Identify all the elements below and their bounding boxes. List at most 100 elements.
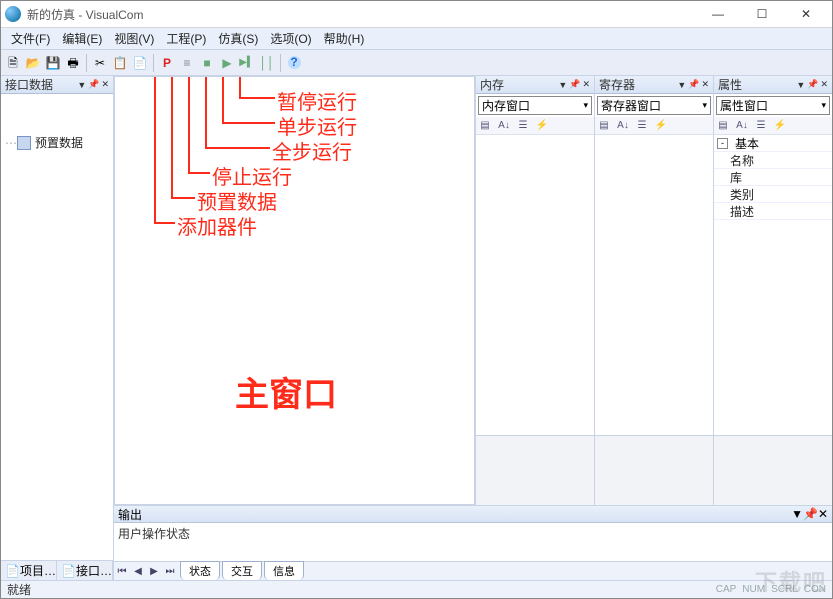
prop-preview (714, 435, 832, 505)
dropdown-icon[interactable]: ▼ (791, 507, 803, 521)
prop-row-desc[interactable]: 描述 (714, 203, 832, 220)
menu-view[interactable]: 视图(V) (108, 28, 160, 49)
maximize-button[interactable]: ☐ (740, 1, 784, 28)
pin-icon[interactable]: 📌 (807, 79, 818, 90)
mem-preview (476, 435, 594, 505)
prop-row-name[interactable]: 名称 (714, 152, 832, 169)
print-button[interactable]: 🖶 (64, 54, 82, 72)
lightning-icon[interactable]: ⚡ (535, 119, 549, 133)
last-button[interactable]: ⏭ (162, 566, 178, 577)
reg-dropdown[interactable]: 寄存器窗口▾ (597, 96, 711, 115)
left-panel-body: ⋯ 预置数据 (1, 94, 113, 560)
open-button[interactable]: 📂 (24, 54, 42, 72)
copy-icon: 📋 (113, 57, 128, 69)
anno-preset: 预置数据 (197, 186, 277, 215)
anno-step: 单步运行 (277, 111, 357, 140)
doc-icon: 📄 (61, 564, 76, 578)
sort-icon[interactable]: A↓ (735, 119, 749, 133)
reg-toolbar: ▤ A↓ ☰ ⚡ (595, 117, 713, 135)
lightning-icon[interactable]: ⚡ (654, 119, 668, 133)
close-icon[interactable]: ✕ (701, 79, 709, 90)
close-icon[interactable]: ✕ (582, 79, 590, 90)
prop-toolbar: ▤ A↓ ☰ ⚡ (714, 117, 832, 135)
add-device-button[interactable]: P (158, 54, 176, 72)
list-icon: ≡ (183, 57, 190, 69)
page-icon[interactable]: ☰ (754, 119, 768, 133)
menu-help[interactable]: 帮助(H) (318, 28, 371, 49)
tab-port[interactable]: 📄接口… (57, 561, 113, 580)
anno-runall: 全步运行 (272, 136, 352, 165)
left-panel-title: 接口数据 (5, 76, 53, 93)
paste-button[interactable]: 📄 (131, 54, 149, 72)
pin-icon[interactable]: 📌 (803, 507, 818, 521)
prev-button[interactable]: ◀ (130, 566, 146, 577)
close-icon[interactable]: ✕ (818, 507, 828, 521)
dropdown-icon[interactable]: ▼ (796, 80, 805, 90)
save-icon: 💾 (46, 57, 61, 69)
first-button[interactable]: ⏮ (114, 566, 130, 577)
new-button[interactable]: 🗎 (4, 54, 22, 72)
prop-dropdown[interactable]: 属性窗口▾ (716, 96, 830, 115)
step-button[interactable]: ▶▍ (238, 54, 256, 72)
left-panel-header: 接口数据 ▼ 📌 ✕ (1, 76, 113, 94)
prop-row-lib[interactable]: 库 (714, 169, 832, 186)
stop-button[interactable]: ■ (198, 54, 216, 72)
next-button[interactable]: ▶ (146, 566, 162, 577)
menu-edit[interactable]: 编辑(E) (56, 28, 108, 49)
reg-panel-header: 寄存器 ▼📌✕ (595, 76, 713, 94)
menu-file[interactable]: 文件(F) (5, 28, 56, 49)
mem-dropdown[interactable]: 内存窗口▾ (478, 96, 592, 115)
status-ready: 就绪 (7, 581, 31, 598)
minimize-button[interactable]: — (696, 1, 740, 28)
pause-icon: ││ (260, 57, 275, 69)
tab-info[interactable]: 信息 (264, 561, 304, 580)
annotation-lines (115, 77, 495, 337)
pin-icon[interactable]: 📌 (88, 79, 99, 90)
menu-options[interactable]: 选项(O) (264, 28, 317, 49)
dropdown-icon[interactable]: ▼ (77, 80, 86, 90)
tab-project[interactable]: 📄项目… (1, 561, 57, 580)
prop-group-basic[interactable]: -基本 (714, 135, 832, 152)
pin-icon[interactable]: 📌 (569, 79, 580, 90)
close-icon[interactable]: ✕ (820, 79, 828, 90)
print-icon: 🖶 (67, 57, 78, 69)
help-button[interactable]: ? (285, 54, 303, 72)
pin-icon[interactable]: 📌 (688, 79, 699, 90)
main-canvas[interactable]: 暂停运行 单步运行 全步运行 停止运行 预置数据 添加器件 主窗口 (114, 76, 475, 505)
page-icon[interactable]: ☰ (635, 119, 649, 133)
dropdown-icon[interactable]: ▼ (558, 80, 567, 90)
run-all-button[interactable]: ▶ (218, 54, 236, 72)
categorize-icon[interactable]: ▤ (716, 119, 730, 133)
categorize-icon[interactable]: ▤ (478, 119, 492, 133)
categorize-icon[interactable]: ▤ (597, 119, 611, 133)
prop-row-cat[interactable]: 类别 (714, 186, 832, 203)
page-icon[interactable]: ☰ (516, 119, 530, 133)
menu-sim[interactable]: 仿真(S) (212, 28, 264, 49)
cap-indicator: CAP (716, 584, 737, 595)
save-button[interactable]: 💾 (44, 54, 62, 72)
copy-button[interactable]: 📋 (111, 54, 129, 72)
output-body: 用户操作状态 (114, 523, 832, 561)
separator (153, 54, 154, 72)
app-icon (5, 6, 21, 22)
preset-data-button[interactable]: ≡ (178, 54, 196, 72)
tab-interact[interactable]: 交互 (222, 561, 262, 580)
chevron-down-icon: ▾ (821, 100, 826, 111)
dropdown-icon[interactable]: ▼ (677, 80, 686, 90)
step-icon: ▶▍ (239, 58, 254, 68)
lightning-icon[interactable]: ⚡ (773, 119, 787, 133)
pause-button[interactable]: ││ (258, 54, 276, 72)
tree-item-preset[interactable]: ⋯ 预置数据 (5, 134, 109, 151)
menu-project[interactable]: 工程(P) (160, 28, 212, 49)
sort-icon[interactable]: A↓ (497, 119, 511, 133)
mem-panel-title: 内存 (480, 76, 504, 93)
anno-add: 添加器件 (177, 211, 257, 240)
anno-mainwindow: 主窗口 (235, 367, 337, 416)
collapse-icon[interactable]: - (717, 138, 728, 149)
tab-status[interactable]: 状态 (180, 561, 220, 580)
sort-icon[interactable]: A↓ (616, 119, 630, 133)
cut-button[interactable]: ✂ (91, 54, 109, 72)
close-icon[interactable]: ✕ (101, 79, 109, 90)
menubar: 文件(F) 编辑(E) 视图(V) 工程(P) 仿真(S) 选项(O) 帮助(H… (1, 28, 832, 50)
close-button[interactable]: ✕ (784, 1, 828, 28)
